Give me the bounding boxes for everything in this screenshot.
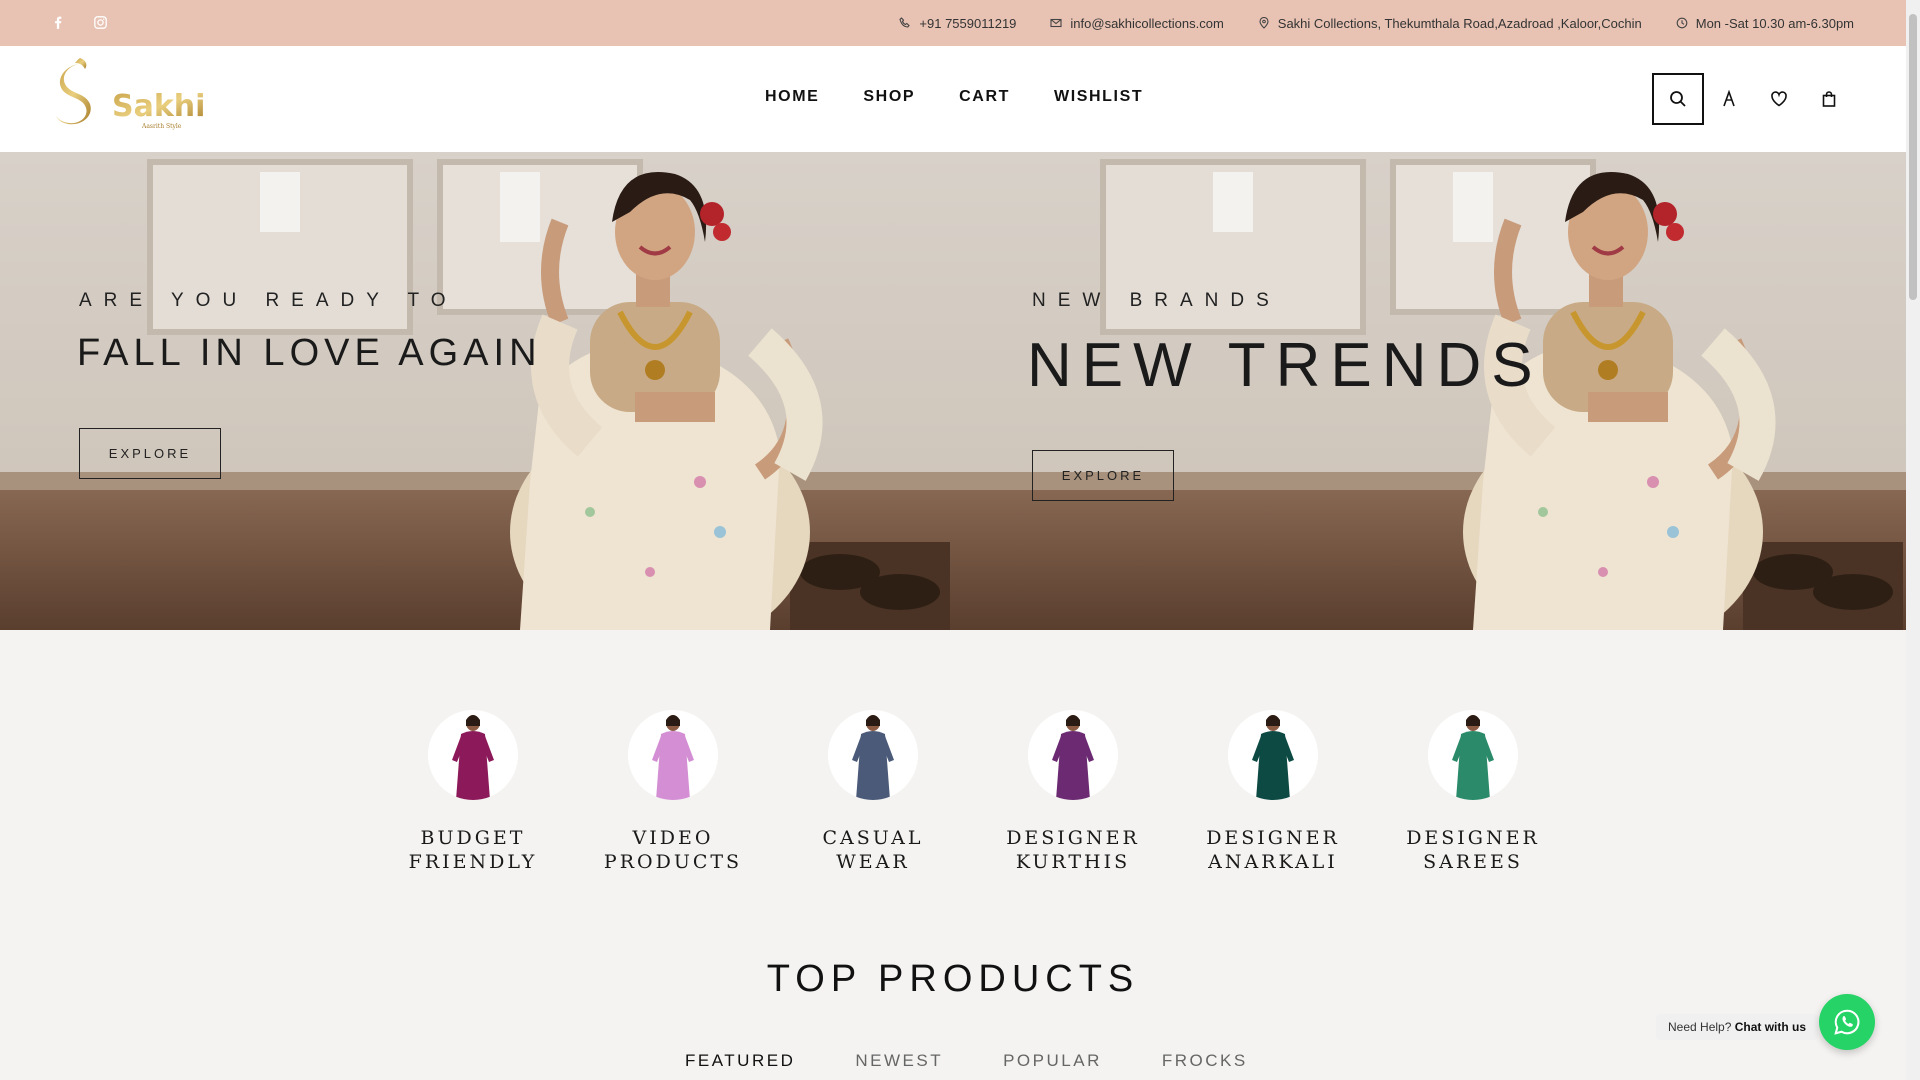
location-pin-icon bbox=[1259, 17, 1269, 29]
category-list: BUDGET FRIENDLY VIDEO PRODUCTS CASUAL WEAR… bbox=[373, 710, 1573, 874]
sakhi-logo[interactable]: Sakhi Aasrith Style bbox=[50, 54, 210, 144]
address-contact: Sakhi Collections, Thekumthala Road,Azad… bbox=[1258, 16, 1642, 31]
top-bar: +91 7559011219 info@sakhicollections.com… bbox=[0, 0, 1906, 46]
section-title: TOP PRODUCTS bbox=[766, 958, 1140, 1000]
category-item[interactable]: DESIGNER ANARKALI bbox=[1173, 710, 1373, 874]
site-header: Sakhi Aasrith Style HOME SHOP CART WISHL… bbox=[0, 46, 1906, 152]
banner-title: NEW TRENDS bbox=[1027, 331, 1543, 400]
tab-newest[interactable]: NEWEST bbox=[855, 1051, 943, 1071]
hero-banners: ARE YOU READY TO FALL IN LOVE AGAIN EXPL… bbox=[0, 152, 1906, 630]
explore-button[interactable]: EXPLORE bbox=[1032, 450, 1174, 501]
logo-wordmark: Sakhi bbox=[112, 89, 205, 124]
category-image[interactable] bbox=[828, 710, 918, 800]
clock-icon bbox=[1676, 17, 1688, 29]
category-item[interactable]: VIDEO PRODUCTS bbox=[573, 710, 773, 874]
category-label[interactable]: DESIGNER SAREES bbox=[1406, 826, 1540, 874]
category-label[interactable]: VIDEO PRODUCTS bbox=[604, 826, 742, 874]
category-label[interactable]: CASUAL WEAR bbox=[822, 826, 923, 874]
category-image[interactable] bbox=[428, 710, 518, 800]
account-button[interactable] bbox=[1704, 73, 1754, 125]
opening-hours: Mon -Sat 10.30 am-6.30pm bbox=[1695, 15, 1854, 31]
store-address: Sakhi Collections, Thekumthala Road,Azad… bbox=[1277, 15, 1642, 31]
search-icon bbox=[1670, 91, 1686, 107]
help-prefix: Need Help? bbox=[1668, 1020, 1732, 1034]
nav-wishlist[interactable]: WISHLIST bbox=[1054, 88, 1143, 106]
tab-frocks[interactable]: FROCKS bbox=[1162, 1051, 1248, 1071]
explore-button[interactable]: EXPLORE bbox=[79, 428, 221, 479]
category-label[interactable]: DESIGNER KURTHIS bbox=[1006, 826, 1140, 874]
category-image[interactable] bbox=[1028, 710, 1118, 800]
category-item[interactable]: DESIGNER SAREES bbox=[1373, 710, 1573, 874]
social-links bbox=[50, 14, 108, 30]
phone-icon bbox=[899, 17, 911, 28]
category-item[interactable]: CASUAL WEAR bbox=[773, 710, 973, 874]
hours-contact: Mon -Sat 10.30 am-6.30pm bbox=[1676, 16, 1854, 31]
instagram-icon[interactable] bbox=[92, 14, 108, 30]
main-nav: HOME SHOP CART WISHLIST bbox=[765, 88, 1143, 106]
category-item[interactable]: BUDGET FRIENDLY bbox=[373, 710, 573, 874]
tab-popular[interactable]: POPULAR bbox=[1003, 1051, 1102, 1071]
nav-home[interactable]: HOME bbox=[765, 88, 819, 106]
banner-subtitle: NEW BRANDS bbox=[1032, 290, 1281, 311]
category-item[interactable]: DESIGNER KURTHIS bbox=[973, 710, 1173, 874]
nav-shop[interactable]: SHOP bbox=[863, 88, 915, 106]
email-address: info@sakhicollections.com bbox=[1070, 15, 1224, 31]
phone-number: +91 7559011219 bbox=[919, 15, 1017, 31]
user-icon bbox=[1723, 90, 1735, 107]
category-image[interactable] bbox=[1428, 710, 1518, 800]
heart-icon bbox=[1771, 91, 1787, 107]
banner-subtitle: ARE YOU READY TO bbox=[79, 290, 458, 311]
hero-banner-left[interactable]: ARE YOU READY TO FALL IN LOVE AGAIN EXPL… bbox=[0, 152, 953, 630]
category-image[interactable] bbox=[628, 710, 718, 800]
logo-tagline: Aasrith Style bbox=[141, 123, 182, 130]
product-tabs: FEATURED NEWEST POPULAR FROCKS bbox=[685, 1051, 1248, 1071]
hero-image bbox=[0, 152, 953, 630]
email-contact[interactable]: info@sakhicollections.com bbox=[1050, 15, 1224, 31]
category-label[interactable]: BUDGET FRIENDLY bbox=[409, 826, 538, 874]
whatsapp-help-label[interactable]: Need Help? Chat with us bbox=[1656, 1014, 1819, 1040]
wishlist-button[interactable] bbox=[1754, 73, 1804, 125]
scrollbar-thumb[interactable] bbox=[1909, 14, 1917, 300]
tab-featured[interactable]: FEATURED bbox=[685, 1051, 795, 1071]
cart-button[interactable] bbox=[1804, 73, 1854, 125]
help-cta: Chat with us bbox=[1734, 1020, 1807, 1034]
bag-icon bbox=[1822, 91, 1836, 107]
category-image[interactable] bbox=[1228, 710, 1318, 800]
header-actions bbox=[1652, 73, 1854, 125]
page-scrollbar[interactable] bbox=[1906, 0, 1920, 1080]
whatsapp-icon bbox=[1834, 1009, 1860, 1035]
facebook-icon[interactable] bbox=[50, 14, 66, 30]
category-label[interactable]: DESIGNER ANARKALI bbox=[1206, 826, 1340, 874]
search-button[interactable] bbox=[1652, 73, 1704, 125]
phone-contact[interactable]: +91 7559011219 bbox=[899, 16, 1016, 31]
mail-icon bbox=[1050, 18, 1062, 28]
nav-cart[interactable]: CART bbox=[959, 88, 1010, 106]
whatsapp-chat-button[interactable] bbox=[1819, 994, 1875, 1050]
hero-banner-right[interactable]: NEW BRANDS NEW TRENDS EXPLORE bbox=[953, 152, 1906, 630]
banner-title: FALL IN LOVE AGAIN bbox=[77, 332, 542, 374]
